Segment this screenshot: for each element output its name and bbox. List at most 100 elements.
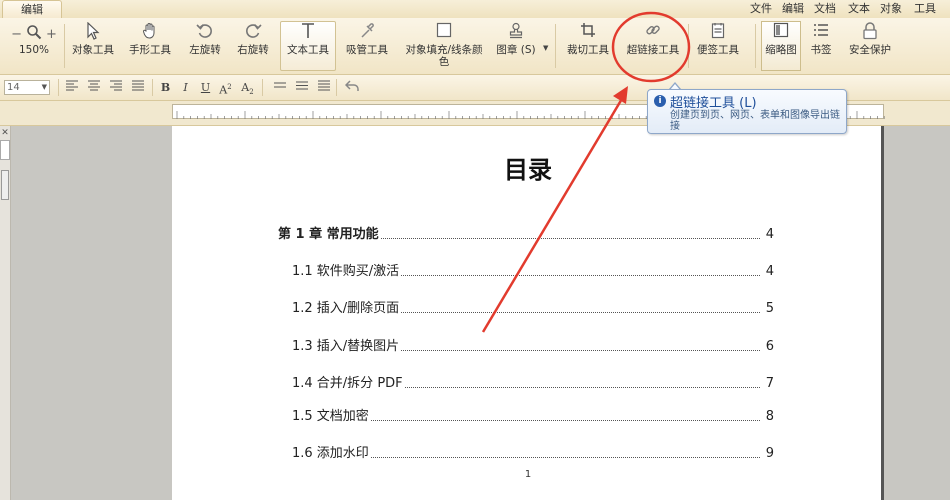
panel-tab[interactable] — [0, 140, 10, 160]
rotate-right-icon — [232, 22, 274, 44]
toc-page-number: 5 — [765, 301, 774, 316]
toc-page-number: 6 — [765, 339, 774, 354]
line-spacing-2-button[interactable] — [294, 80, 309, 95]
close-panel-icon[interactable]: ✕ — [0, 128, 10, 138]
hyperlink-tool-label: 超链接工具 — [626, 44, 680, 56]
toolbar-divider — [336, 79, 337, 96]
stamp-tool-button[interactable]: 图章 (S) — [494, 22, 538, 72]
vertical-scrollbar[interactable] — [1, 170, 9, 200]
toc-page-number: 7 — [765, 376, 774, 391]
line-spacing-icon — [295, 81, 308, 90]
page-title: 目录 — [504, 156, 552, 184]
lock-icon — [845, 22, 895, 44]
align-right-icon — [109, 80, 122, 91]
toolbar-divider — [688, 24, 689, 68]
toolbar-divider — [152, 79, 153, 96]
toc-row[interactable]: 1.1 软件购买/激活 4 — [172, 263, 884, 281]
stamp-dropdown-arrow[interactable]: ▼ — [543, 44, 548, 52]
sticky-note-tool-label: 便签工具 — [697, 44, 739, 56]
menu-edit[interactable]: 编辑 — [782, 1, 804, 17]
toc-row[interactable]: 1.3 插入/替换图片 6 — [172, 338, 884, 356]
bold-button[interactable]: B — [158, 80, 173, 95]
crop-tool-button[interactable]: 裁切工具 — [562, 22, 614, 72]
toc-row[interactable]: 第 1 章 常用功能 4 — [172, 226, 884, 244]
text-cursor-icon — [281, 22, 335, 44]
crop-tool-label: 裁切工具 — [567, 44, 609, 56]
bookmark-label: 书签 — [810, 44, 832, 56]
toolbar-divider — [58, 79, 59, 96]
hand-tool-label: 手形工具 — [129, 44, 171, 56]
fill-line-color-label-1: 对象填充/线条颜 — [405, 44, 483, 56]
zoom-in-button[interactable]: + — [46, 27, 57, 42]
toc-label: 1.6 添加水印 — [292, 445, 371, 463]
menu-file[interactable]: 文件 — [750, 1, 772, 17]
superscript-button[interactable]: A2 — [218, 80, 233, 97]
info-icon: i — [654, 95, 666, 107]
toc-row[interactable]: 1.5 文档加密 8 — [172, 408, 884, 426]
menu-tools[interactable]: 工具 — [914, 1, 936, 17]
toc-page-number: 4 — [765, 227, 774, 242]
rotate-left-button[interactable]: 左旋转 — [184, 22, 226, 72]
toolbar-divider — [64, 24, 65, 68]
ribbon-tab-strip: 编辑 文件 编辑 文档 文本 对象 工具 — [0, 0, 950, 19]
line-spacing-icon — [317, 80, 330, 91]
fill-line-color-label-2: 色 — [438, 56, 450, 68]
page-number: 1 — [524, 469, 532, 480]
menu-document[interactable]: 文档 — [814, 1, 836, 17]
rotate-right-label: 右旋转 — [237, 44, 269, 56]
chevron-down-icon: ▼ — [41, 83, 47, 91]
undo-arrow-icon — [344, 80, 359, 91]
bookmark-list-icon — [806, 22, 836, 44]
thumbnail-button[interactable]: 缩略图 — [761, 21, 801, 71]
align-left-button[interactable] — [64, 80, 79, 95]
zoom-level[interactable]: 150% — [4, 44, 64, 56]
toc-label: 1.3 插入/替换图片 — [292, 338, 402, 356]
note-icon — [694, 22, 742, 44]
security-button[interactable]: 安全保护 — [845, 22, 895, 72]
rotate-left-label: 左旋转 — [189, 44, 221, 56]
hand-tool-button[interactable]: 手形工具 — [124, 22, 176, 72]
cursor-arrow-icon — [68, 21, 118, 44]
line-spacing-icon — [273, 82, 286, 88]
underline-button[interactable]: U — [198, 80, 213, 95]
toc-label: 1.2 插入/删除页面 — [292, 300, 402, 318]
menu-object[interactable]: 对象 — [880, 1, 902, 17]
menu-text[interactable]: 文本 — [848, 1, 870, 17]
security-label: 安全保护 — [849, 44, 891, 56]
rotate-right-button[interactable]: 右旋转 — [232, 22, 274, 72]
tab-edit[interactable]: 编辑 — [2, 0, 62, 18]
undo-button[interactable] — [344, 80, 359, 95]
toc-row[interactable]: 1.6 添加水印 9 — [172, 445, 884, 463]
zoom-out-button[interactable]: − — [11, 27, 22, 42]
sticky-note-tool-button[interactable]: 便签工具 — [694, 22, 742, 72]
eyedropper-tool-button[interactable]: 吸管工具 — [342, 22, 392, 72]
toc-row[interactable]: 1.2 插入/删除页面 5 — [172, 300, 884, 318]
object-tool-button[interactable]: 对象工具 — [68, 21, 118, 72]
eyedropper-tool-label: 吸管工具 — [346, 44, 388, 56]
toc-label: 1.1 软件购买/激活 — [292, 263, 402, 281]
align-center-icon — [87, 80, 100, 91]
font-size-select[interactable]: 14 ▼ — [4, 80, 50, 95]
toc-label: 第 1 章 常用功能 — [278, 226, 381, 244]
crop-icon — [562, 22, 614, 44]
align-center-button[interactable] — [86, 80, 101, 95]
justify-icon — [131, 80, 144, 91]
text-tool-button[interactable]: 文本工具 — [280, 21, 336, 71]
thumbnail-icon — [762, 22, 800, 44]
justify-button[interactable] — [130, 80, 145, 95]
eyedropper-icon — [342, 22, 392, 44]
toc-row[interactable]: 1.4 合并/拆分 PDF 7 — [172, 375, 884, 393]
italic-button[interactable]: I — [178, 80, 193, 95]
bookmark-button[interactable]: 书签 — [806, 22, 836, 72]
fill-line-color-button[interactable]: 对象填充/线条颜 色 — [400, 22, 488, 72]
subscript-button[interactable]: A2 — [240, 80, 255, 97]
magnifier-icon[interactable] — [26, 24, 42, 40]
stamp-tool-label: 图章 (S) — [496, 44, 536, 56]
align-right-button[interactable] — [108, 80, 123, 95]
hyperlink-tool-button[interactable]: 超链接工具 — [622, 22, 684, 72]
line-spacing-1-button[interactable] — [272, 80, 287, 95]
zoom-group: − + 150% — [4, 22, 64, 72]
subscript-icon: 2 — [249, 88, 254, 97]
chain-link-icon — [622, 22, 684, 44]
line-spacing-3-button[interactable] — [316, 80, 331, 95]
